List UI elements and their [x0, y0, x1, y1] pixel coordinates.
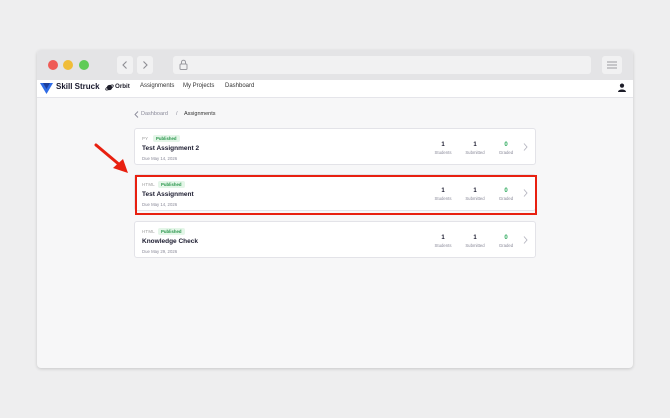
status-badge: Published [153, 135, 180, 142]
breadcrumb-separator: / [176, 111, 178, 117]
chevron-right-icon[interactable] [523, 236, 528, 244]
browser-back-button[interactable] [117, 56, 133, 74]
students-stat: 1 Students [430, 142, 456, 156]
assignment-card[interactable]: HTML Published Knowledge Check Due May 2… [134, 221, 536, 258]
students-label: Students [434, 150, 452, 155]
nav-link-dashboard[interactable]: Dashboard [225, 83, 254, 89]
assignment-language: PY [142, 136, 149, 141]
nav-link-my-projects[interactable]: My Projects [183, 83, 214, 89]
maximize-window-button[interactable] [79, 60, 89, 70]
graded-count: 0 [504, 235, 508, 241]
highlight-box [135, 175, 537, 215]
lock-icon [179, 59, 188, 70]
submitted-label: Submitted [465, 243, 485, 248]
graded-label: Graded [498, 150, 514, 155]
user-icon[interactable] [618, 83, 626, 92]
nav-link-assignments[interactable]: Assignments [140, 83, 174, 89]
assignment-title[interactable]: Test Assignment 2 [142, 145, 199, 152]
submitted-stat: 1 Submitted [462, 235, 488, 249]
app-navbar: Skill Struck Orbit Assignments My Projec… [37, 80, 633, 98]
orbit-label[interactable]: Orbit [115, 83, 130, 90]
graded-stat: 0 Graded [493, 235, 519, 249]
browser-titlebar [37, 50, 633, 80]
skill-struck-logo-icon[interactable] [40, 83, 53, 94]
status-badge: Published [158, 228, 185, 235]
chevron-right-icon [143, 61, 148, 69]
chevron-right-icon[interactable] [523, 143, 528, 151]
graded-stat: 0 Graded [493, 142, 519, 156]
assignment-language: HTML [142, 229, 155, 234]
orbit-icon [105, 84, 114, 91]
assignment-due-date: Due May 14, 2026 [142, 156, 178, 161]
brand-name[interactable]: Skill Struck [56, 82, 100, 91]
students-count: 1 [441, 142, 445, 148]
breadcrumb-dashboard-link[interactable]: Dashboard [141, 111, 168, 117]
assignment-title[interactable]: Knowledge Check [142, 238, 198, 245]
submitted-count: 1 [473, 235, 477, 241]
students-label: Students [434, 243, 452, 248]
address-bar[interactable] [173, 56, 591, 74]
students-stat: 1 Students [430, 235, 456, 249]
submitted-count: 1 [473, 142, 477, 148]
annotation-arrow-icon [94, 143, 128, 173]
assignment-card[interactable]: PY Published Test Assignment 2 Due May 1… [134, 128, 536, 165]
close-window-button[interactable] [48, 60, 58, 70]
hamburger-menu-icon [607, 61, 617, 69]
browser-forward-button[interactable] [137, 56, 153, 74]
graded-label: Graded [498, 243, 514, 248]
chevron-left-icon [122, 61, 127, 69]
submitted-stat: 1 Submitted [462, 142, 488, 156]
assignment-due-date: Due May 29, 2026 [142, 249, 178, 254]
submitted-label: Submitted [465, 150, 485, 155]
minimize-window-button[interactable] [63, 60, 73, 70]
graded-count: 0 [504, 142, 508, 148]
browser-menu-button[interactable] [602, 56, 622, 74]
breadcrumb-current: Assignments [184, 111, 216, 117]
students-count: 1 [441, 235, 445, 241]
chevron-left-icon[interactable] [134, 111, 139, 120]
